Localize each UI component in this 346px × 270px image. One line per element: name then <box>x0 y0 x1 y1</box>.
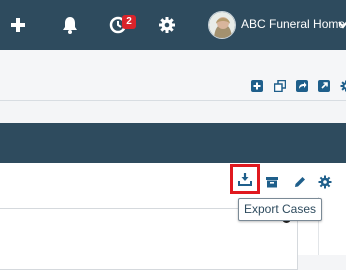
pencil-icon[interactable] <box>293 175 307 189</box>
add-square-icon[interactable] <box>251 80 263 92</box>
share-icon[interactable] <box>296 80 308 92</box>
panel-header <box>0 123 346 163</box>
page-toolbar <box>0 50 346 101</box>
gear-icon[interactable] <box>157 15 177 35</box>
bell-icon[interactable] <box>60 15 80 35</box>
account-name[interactable]: ABC Funeral Home <box>241 17 345 31</box>
chevron-down-icon[interactable] <box>338 21 346 29</box>
external-link-icon[interactable] <box>318 80 330 92</box>
window-restore-icon[interactable] <box>274 80 286 92</box>
gear-icon[interactable] <box>318 175 332 189</box>
avatar[interactable] <box>208 11 236 39</box>
notification-count-badge: 2 <box>122 15 136 29</box>
gear-icon[interactable] <box>340 80 346 92</box>
archive-icon[interactable] <box>265 175 279 189</box>
top-navigation-bar: 2 ABC Funeral Home <box>0 0 346 50</box>
plus-icon[interactable] <box>8 15 28 35</box>
download-icon <box>238 172 252 186</box>
export-cases-button[interactable] <box>230 164 260 194</box>
export-cases-tooltip: Export Cases <box>238 198 322 221</box>
